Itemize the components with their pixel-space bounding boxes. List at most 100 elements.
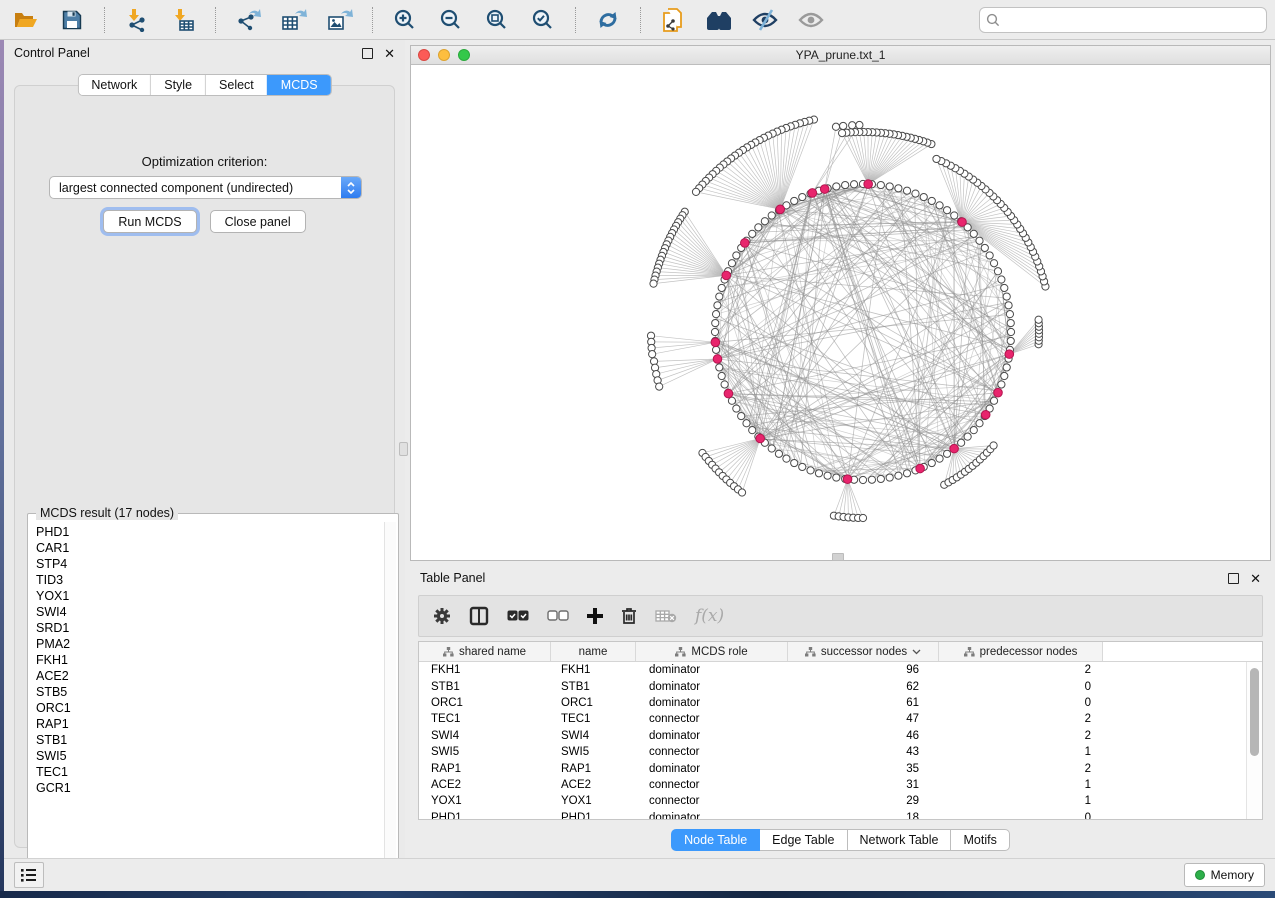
list-item[interactable]: ACE2 bbox=[30, 668, 383, 684]
table-row[interactable]: YOX1YOX1connector291 bbox=[419, 793, 1246, 809]
float-panel-icon[interactable] bbox=[1228, 573, 1239, 584]
column-header-predecessor-nodes[interactable]: predecessor nodes bbox=[939, 642, 1103, 661]
function-builder-button-disabled: f(x) bbox=[695, 606, 724, 626]
tab-network-table[interactable]: Network Table bbox=[848, 829, 952, 851]
deselect-all-columns-button[interactable] bbox=[547, 610, 569, 622]
table-cell: RAP1 bbox=[419, 763, 551, 775]
list-item[interactable]: STB1 bbox=[30, 732, 383, 748]
table-row[interactable]: PHD1PHD1dominator180 bbox=[419, 810, 1246, 819]
close-panel-icon[interactable]: ✕ bbox=[384, 48, 395, 59]
open-folder-icon bbox=[14, 10, 38, 30]
list-item[interactable]: RAP1 bbox=[30, 716, 383, 732]
list-item[interactable]: TID3 bbox=[30, 572, 383, 588]
import-network-icon bbox=[124, 8, 150, 32]
zoom-fit-button[interactable] bbox=[479, 4, 515, 36]
zoom-in-button[interactable] bbox=[387, 4, 423, 36]
list-item[interactable]: SWI5 bbox=[30, 748, 383, 764]
list-item[interactable]: YOX1 bbox=[30, 588, 383, 604]
table-row[interactable]: STB1STB1dominator620 bbox=[419, 678, 1246, 694]
list-item[interactable]: FKH1 bbox=[30, 652, 383, 668]
table-cell: 1 bbox=[939, 795, 1103, 807]
table-cell: 47 bbox=[788, 713, 939, 725]
table-cell: 1 bbox=[939, 779, 1103, 791]
attribute-icon bbox=[805, 647, 816, 657]
list-item[interactable]: TEC1 bbox=[30, 764, 383, 780]
scrollbar-thumb[interactable] bbox=[1250, 668, 1259, 756]
table-cell: STB1 bbox=[419, 681, 551, 693]
network-canvas[interactable] bbox=[411, 65, 1270, 560]
list-item[interactable]: ORC1 bbox=[30, 700, 383, 716]
tab-style[interactable]: Style bbox=[150, 75, 205, 95]
save-session-button[interactable] bbox=[54, 4, 90, 36]
table-row[interactable]: ACE2ACE2connector311 bbox=[419, 777, 1246, 793]
tab-node-table[interactable]: Node Table bbox=[671, 829, 760, 851]
table-body: FKH1FKH1dominator962STB1STB1dominator620… bbox=[419, 662, 1246, 819]
table-row[interactable]: ORC1ORC1dominator610 bbox=[419, 695, 1246, 711]
zoom-selected-button[interactable] bbox=[525, 4, 561, 36]
memory-button[interactable]: Memory bbox=[1184, 863, 1265, 887]
zoom-out-button[interactable] bbox=[433, 4, 469, 36]
float-panel-icon[interactable] bbox=[362, 48, 373, 59]
close-panel-button[interactable]: Close panel bbox=[210, 210, 306, 233]
table-cell: dominator bbox=[636, 664, 788, 676]
checked-boxes-icon bbox=[507, 610, 529, 622]
show-panels-button[interactable] bbox=[14, 862, 44, 888]
list-item[interactable]: SRD1 bbox=[30, 620, 383, 636]
table-cell: RAP1 bbox=[551, 763, 636, 775]
run-mcds-button[interactable]: Run MCDS bbox=[103, 210, 196, 233]
export-image-button[interactable] bbox=[322, 4, 358, 36]
table-cell: 31 bbox=[788, 779, 939, 791]
table-row[interactable]: FKH1FKH1dominator962 bbox=[419, 662, 1246, 678]
hide-selected-button[interactable] bbox=[747, 4, 783, 36]
refresh-button[interactable] bbox=[590, 4, 626, 36]
mcds-result-list[interactable]: PHD1CAR1STP4TID3YOX1SWI4SRD1PMA2FKH1ACE2… bbox=[30, 524, 383, 881]
column-header-successor-nodes[interactable]: successor nodes bbox=[788, 642, 939, 661]
horizontal-splitter-handle[interactable] bbox=[832, 553, 844, 561]
mcds-list-scrollbar[interactable] bbox=[384, 522, 396, 881]
import-table-button[interactable] bbox=[165, 4, 201, 36]
column-header-mcds-role[interactable]: MCDS role bbox=[636, 642, 788, 661]
table-row[interactable]: TEC1TEC1connector472 bbox=[419, 711, 1246, 727]
import-network-button[interactable] bbox=[119, 4, 155, 36]
list-item[interactable]: STB5 bbox=[30, 684, 383, 700]
panel-splitter-handle[interactable] bbox=[399, 442, 408, 456]
optimization-criterion-select[interactable]: largest connected component (undirected) bbox=[49, 176, 362, 199]
search-input[interactable] bbox=[1004, 13, 1260, 27]
table-row[interactable]: RAP1RAP1dominator352 bbox=[419, 760, 1246, 776]
clone-network-button[interactable] bbox=[655, 4, 691, 36]
column-settings-button[interactable] bbox=[433, 607, 451, 625]
list-item[interactable]: CAR1 bbox=[30, 540, 383, 556]
close-panel-icon[interactable]: ✕ bbox=[1250, 573, 1261, 584]
column-header-name[interactable]: name bbox=[551, 642, 636, 661]
table-row[interactable]: SWI4SWI4dominator462 bbox=[419, 728, 1246, 744]
add-column-button[interactable] bbox=[587, 608, 603, 624]
export-table-button[interactable] bbox=[276, 4, 312, 36]
list-item[interactable]: GCR1 bbox=[30, 780, 383, 796]
list-item[interactable]: STP4 bbox=[30, 556, 383, 572]
tab-motifs[interactable]: Motifs bbox=[951, 829, 1009, 851]
list-icon bbox=[21, 868, 37, 882]
find-button[interactable] bbox=[701, 4, 737, 36]
table-row[interactable]: SWI5SWI5connector431 bbox=[419, 744, 1246, 760]
list-item[interactable]: SWI4 bbox=[30, 604, 383, 620]
list-item[interactable]: PHD1 bbox=[30, 524, 383, 540]
tab-network[interactable]: Network bbox=[78, 75, 150, 95]
export-network-button[interactable] bbox=[230, 4, 266, 36]
select-all-columns-button[interactable] bbox=[507, 610, 529, 622]
table-cell: dominator bbox=[636, 730, 788, 742]
table-scrollbar[interactable] bbox=[1246, 662, 1262, 819]
tab-edge-table[interactable]: Edge Table bbox=[760, 829, 847, 851]
table-cell: 18 bbox=[788, 812, 939, 819]
show-columns-button[interactable] bbox=[469, 606, 489, 626]
show-all-button[interactable] bbox=[793, 4, 829, 36]
open-file-button[interactable] bbox=[8, 4, 44, 36]
column-header-shared-name[interactable]: shared name bbox=[419, 642, 551, 661]
table-cell: 2 bbox=[939, 730, 1103, 742]
search-box[interactable] bbox=[979, 7, 1267, 33]
tab-mcds[interactable]: MCDS bbox=[267, 75, 331, 95]
table-cell: 2 bbox=[939, 763, 1103, 775]
list-item[interactable]: PMA2 bbox=[30, 636, 383, 652]
tab-select[interactable]: Select bbox=[205, 75, 267, 95]
eye-slash-icon bbox=[751, 9, 779, 31]
delete-column-button[interactable] bbox=[621, 607, 637, 625]
